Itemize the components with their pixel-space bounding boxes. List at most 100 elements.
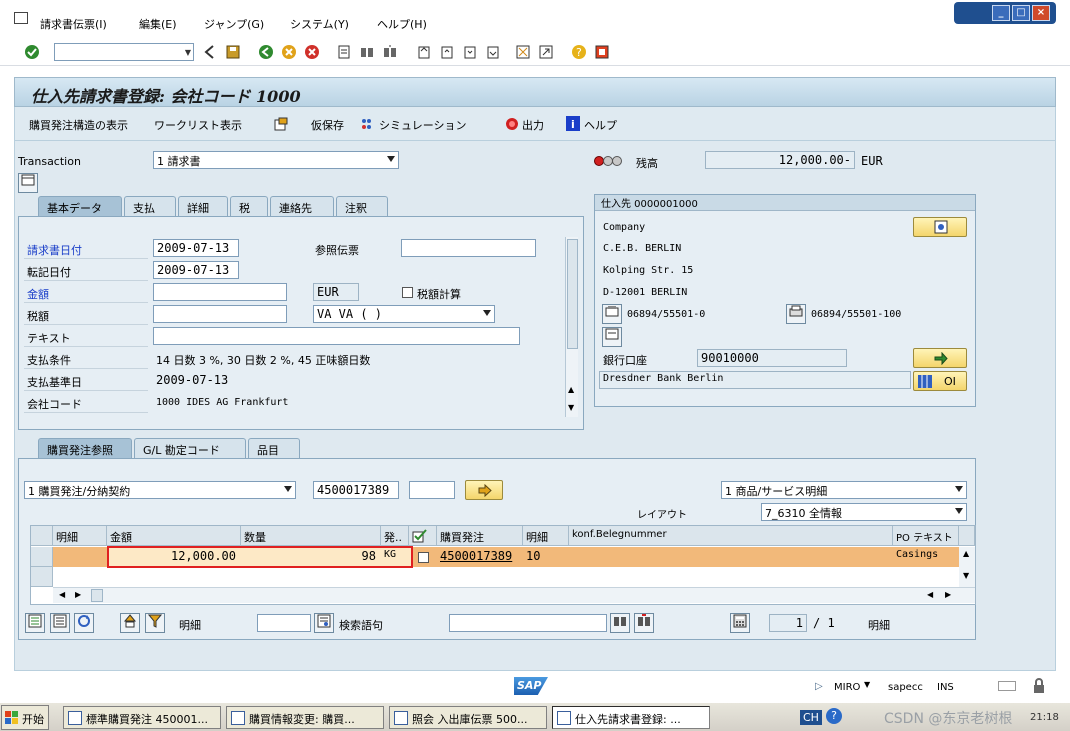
bank-next-button[interactable] [913,348,967,368]
simulate-icon[interactable] [360,116,376,132]
vendor-detail-button[interactable] [913,217,967,237]
hold-button[interactable]: 仮保存 [311,117,344,133]
tab-payment[interactable]: 支払 [124,196,176,216]
help-button[interactable]: ヘルプ [584,117,617,133]
sap-window-icon[interactable] [14,12,28,24]
output-icon[interactable] [505,117,519,131]
taskbar-item-standard-po[interactable]: 標準購買発注 450001... [63,706,221,729]
fax-button[interactable] [786,304,806,324]
print-icon[interactable] [336,44,352,60]
refresh-button[interactable] [74,613,94,633]
info-icon[interactable]: i [566,116,580,131]
scrollbar-thumb[interactable] [567,239,578,349]
layout-menu-icon[interactable] [594,44,610,60]
shortcut-icon[interactable] [538,44,554,60]
last-page-icon[interactable] [485,44,501,60]
back-arrow-icon[interactable] [202,44,218,60]
pager-button[interactable] [602,327,622,347]
transaction-select[interactable]: 1 請求書 [153,151,399,169]
reference-type-select[interactable]: 1 購買発注/分納契約 [24,481,296,499]
find-button[interactable] [610,613,630,633]
scroll-left-icon[interactable]: ◀ [59,590,65,599]
tax-amount-field[interactable] [153,305,287,323]
tab-note[interactable]: 注釈 [336,196,388,216]
help-tray-icon[interactable]: ? [826,708,842,724]
menu-edit[interactable]: 編集(E) [139,16,177,32]
col-header-check[interactable] [409,526,437,546]
back-icon[interactable] [258,44,274,60]
sort-ascending-button[interactable] [120,613,140,633]
scroll-down-icon[interactable]: ▼ [963,571,969,580]
tab-material[interactable]: 品目 [248,438,300,458]
tab-tax[interactable]: 税 [230,196,268,216]
cell-po-text[interactable]: Casings [893,547,959,567]
tab-contact[interactable]: 連絡先 [270,196,334,216]
grid-vertical-scrollbar[interactable]: ▲ ▼ [959,547,975,587]
reference-field[interactable] [401,239,536,257]
tax-code-select[interactable]: VA VA ( ) [313,305,495,323]
item-layout-select[interactable]: 1 商品/サービス明細 [721,481,967,499]
start-button[interactable]: 开始 [1,705,49,730]
po-item-field[interactable] [409,481,455,499]
scroll-left-icon[interactable]: ◀ [927,590,933,599]
simulate-button[interactable]: シミュレーション [379,117,467,133]
row-selector[interactable] [31,547,53,567]
cell-quantity[interactable]: 98 [243,547,379,567]
text-field[interactable] [153,327,520,345]
scroll-right-icon[interactable]: ▶ [945,590,951,599]
posting-date-field[interactable]: 2009-07-13 [153,261,239,279]
invoice-date-field[interactable]: 2009-07-13 [153,239,239,257]
close-button[interactable]: × [1032,5,1050,21]
col-header-quantity[interactable]: 数量 [241,526,381,546]
find-next-icon[interactable] [382,44,398,60]
select-all-button[interactable] [25,613,45,633]
exit-icon[interactable] [281,44,297,60]
find-icon[interactable] [359,44,375,60]
output-button[interactable]: 出力 [522,117,544,133]
taskbar-item-purchasing-info[interactable]: 購買情報変更: 購買... [226,706,384,729]
taskbar-item-vendor-invoice[interactable]: 仕入先請求書登録: ... [552,706,710,729]
grid-horizontal-scrollbar-left[interactable]: ◀ ▶ [53,587,105,603]
minimize-button[interactable]: _ [992,5,1010,21]
show-po-structure-button[interactable]: 購買発注構造の表示 [29,117,128,133]
calc-tax-checkbox[interactable] [402,287,413,298]
col-header-unit[interactable]: 発.. [381,526,409,546]
prev-page-icon[interactable] [439,44,455,60]
menu-system[interactable]: システム(Y) [290,16,349,32]
scroll-up-icon[interactable]: ▲ [568,385,574,394]
item-field[interactable] [257,614,311,632]
col-header-item[interactable]: 明細 [53,526,107,546]
menu-goto[interactable]: ジャンプ(G) [204,16,264,32]
status-expand-icon[interactable]: ▷ [815,681,823,692]
status-transaction[interactable]: MIRO [834,682,860,693]
cell-amount[interactable]: 12,000.00 [109,547,239,567]
next-page-icon[interactable] [462,44,478,60]
show-worklist-button[interactable]: ワークリスト表示 [154,117,242,133]
calculator-button[interactable] [730,613,750,633]
cancel-icon[interactable] [304,44,320,60]
col-header-po-text[interactable]: PO テキスト [893,526,959,546]
col-header-po-item[interactable]: 明細 [523,526,569,546]
tab-basic-data[interactable]: 基本データ [38,196,122,216]
scroll-up-icon[interactable]: ▲ [963,549,969,558]
grid-horizontal-scrollbar-right[interactable]: ◀ ▶ [105,587,975,603]
first-page-icon[interactable] [416,44,432,60]
help-icon[interactable]: ? [571,44,587,60]
cell-item[interactable] [53,547,107,567]
filter-button[interactable] [145,613,165,633]
menu-invoice-document[interactable]: 請求書伝票(I) [40,16,107,32]
save-icon[interactable] [225,44,241,60]
scrollbar-thumb[interactable] [91,589,103,602]
find-next-button[interactable] [634,613,654,633]
tab-gl-account[interactable]: G/L 勘定コード [134,438,246,458]
menu-help[interactable]: ヘルプ(H) [377,16,427,32]
cell-po-link[interactable]: 4500017389 [437,547,525,567]
po-number-field[interactable]: 4500017389 [313,481,399,499]
row-selector-empty[interactable] [31,567,53,587]
enter-icon[interactable] [24,44,40,60]
phone-button[interactable] [602,304,622,324]
search-term-button[interactable] [314,613,334,633]
multi-select-icon[interactable] [273,116,289,132]
command-field[interactable]: ▼ [54,43,194,61]
col-header-po[interactable]: 購買発注 [437,526,523,546]
